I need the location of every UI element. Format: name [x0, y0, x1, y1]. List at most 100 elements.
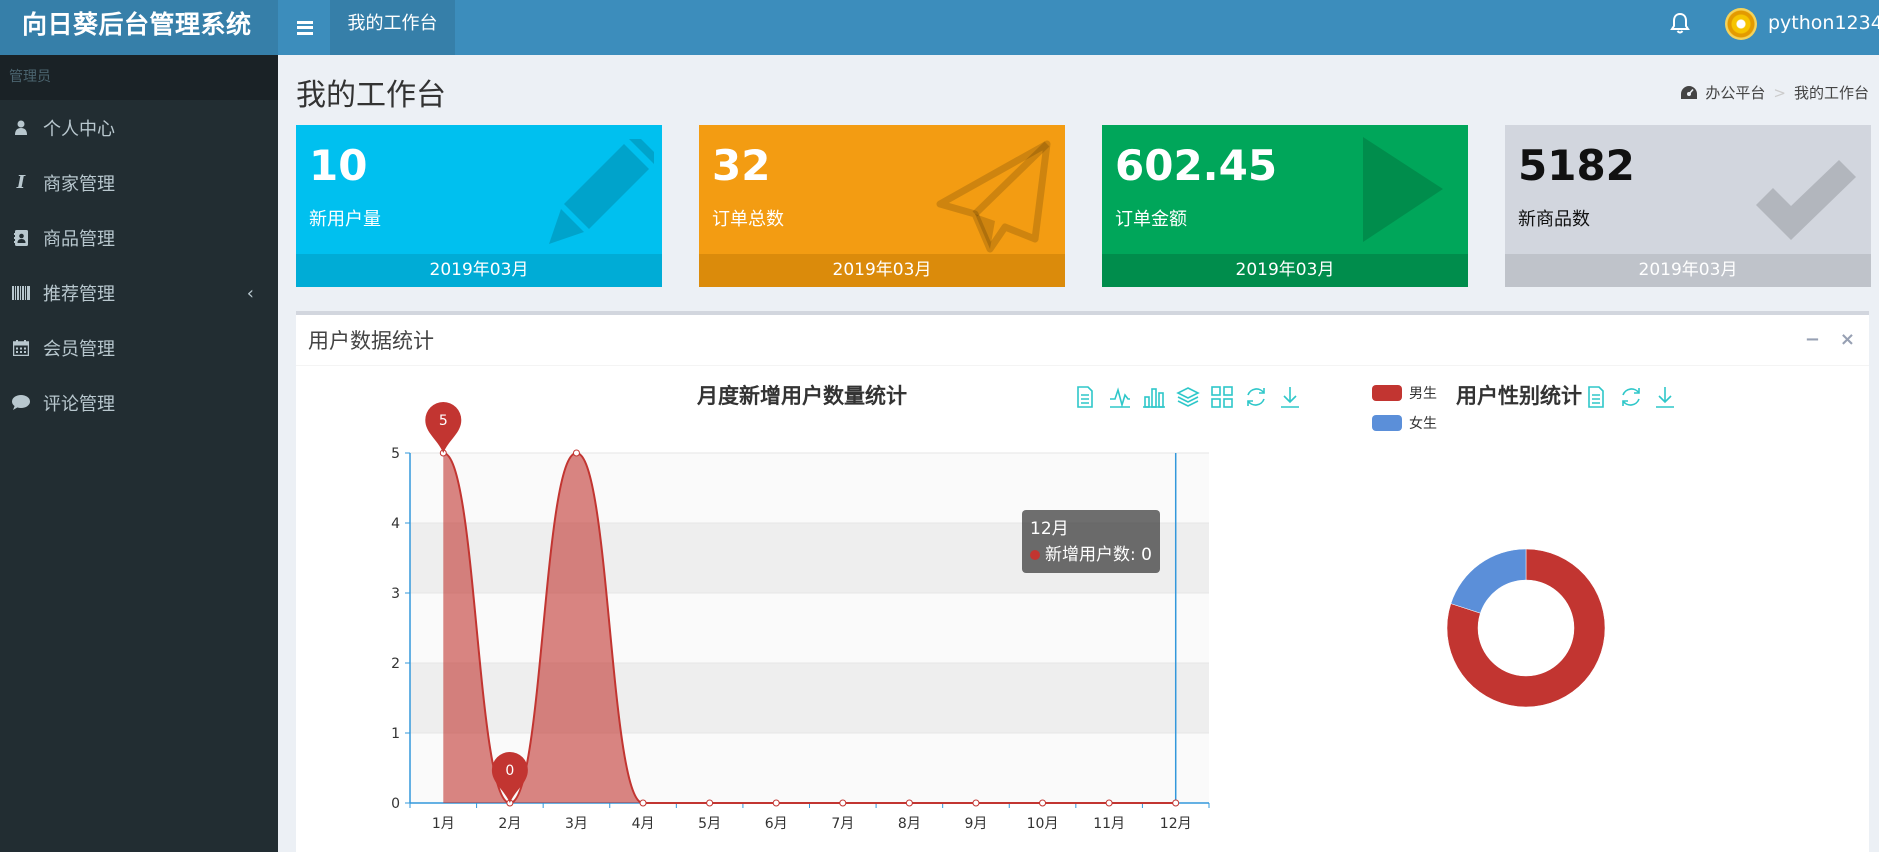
breadcrumb-link-office[interactable]: 办公平台: [1705, 82, 1765, 103]
stat-label: 订单金额: [1115, 209, 1187, 230]
y-tick-label: 1: [391, 726, 400, 742]
panel-tools: − ×: [1805, 329, 1855, 350]
sidebar-header: 管理员: [0, 55, 278, 100]
sidebar-item-label: 会员管理: [43, 338, 115, 360]
stat-value: 32: [712, 141, 771, 190]
data-point[interactable]: [905, 799, 913, 807]
address-book-icon: [11, 229, 31, 246]
x-tick-label: 3月: [565, 816, 588, 830]
sidebar-item-label: 评论管理: [43, 393, 115, 415]
stat-value: 5182: [1518, 141, 1635, 190]
mark-point-label: 0: [505, 763, 514, 779]
sidebar-item-merchant[interactable]: I 商家管理: [0, 155, 278, 210]
y-tick-label: 4: [391, 516, 400, 532]
sidebar: 管理员 个人中心 I 商家管理 商品管理 推荐管理 ‹ 会员管理 评论管理: [0, 55, 278, 852]
tooltip-series-dot: [1030, 550, 1040, 560]
mark-point-pin[interactable]: 5: [425, 401, 462, 453]
grid-band: [410, 663, 1209, 733]
x-tick-label: 11月: [1093, 816, 1125, 830]
hamburger-icon: [297, 20, 313, 35]
data-view-icon[interactable]: [1588, 386, 1604, 408]
comment-icon: [11, 395, 31, 410]
x-tick-label: 4月: [632, 816, 655, 830]
data-point[interactable]: [839, 799, 847, 807]
dashboard-icon: [1681, 86, 1698, 99]
restore-icon[interactable]: [1247, 388, 1265, 406]
x-tick-label: 9月: [964, 816, 987, 830]
donut-slice-female[interactable]: [1450, 548, 1527, 614]
sidebar-item-label: 商品管理: [43, 228, 115, 250]
monthly-new-users-chart: 0 1 2 3 4 5 1月 2月 3月 4月 5月 6月 7月 8月 9月 10月 11月 12月 5 0: [391, 401, 1210, 830]
grid-band: [410, 593, 1209, 663]
sidebar-item-comment[interactable]: 评论管理: [0, 375, 278, 430]
sidebar-item-goods[interactable]: 商品管理: [0, 210, 278, 265]
x-tick-label: 10月: [1027, 816, 1059, 830]
italic-icon: I: [16, 172, 26, 193]
data-point[interactable]: [972, 799, 980, 807]
x-tick-label: 1月: [432, 816, 455, 830]
stat-card-orders[interactable]: 32 订单总数 2019年03月: [699, 125, 1065, 287]
top-navbar: 向日葵后台管理系统 我的工作台 python1234: [0, 0, 1879, 55]
x-tick-label: 12月: [1160, 816, 1192, 830]
x-tick-label: 5月: [698, 816, 721, 830]
page-title: 我的工作台: [296, 78, 446, 113]
legend-label: 男生: [1409, 386, 1437, 402]
breadcrumb-separator: >: [1773, 83, 1786, 102]
pie-chart-toolbox: [1588, 386, 1674, 408]
y-tick-label: 5: [391, 446, 400, 462]
barcode-icon: [11, 285, 31, 300]
sidebar-item-member[interactable]: 会员管理: [0, 320, 278, 375]
y-tick-label: 3: [391, 586, 400, 602]
app-logo-title[interactable]: 向日葵后台管理系统: [0, 0, 278, 55]
data-point[interactable]: [706, 799, 714, 807]
y-tick-label: 2: [391, 656, 400, 672]
stat-footer: 2019年03月: [699, 254, 1065, 287]
stat-value: 10: [309, 141, 368, 190]
bell-icon[interactable]: [1670, 12, 1690, 36]
chart-tooltip: 12月 新增用户数: 0: [1022, 510, 1160, 573]
panel-title: 用户数据统计: [308, 329, 434, 353]
stat-value: 602.45: [1115, 141, 1278, 190]
legend-label: 女生: [1409, 416, 1437, 432]
stat-footer: 2019年03月: [296, 254, 662, 287]
pie-legend-item-female[interactable]: 女生: [1372, 413, 1437, 433]
data-point[interactable]: [572, 449, 580, 457]
stat-card-new-users[interactable]: 10 新用户量 2019年03月: [296, 125, 662, 287]
user-icon: [11, 120, 31, 135]
chevron-left-icon: ‹: [246, 283, 254, 304]
sidebar-item-recommend[interactable]: 推荐管理 ‹: [0, 265, 278, 320]
x-tick-label: 8月: [898, 816, 921, 830]
avatar[interactable]: [1725, 8, 1757, 40]
breadcrumb-current: 我的工作台: [1793, 84, 1869, 102]
stat-card-order-amount[interactable]: 602.45 订单金额 2019年03月: [1102, 125, 1468, 287]
download-icon[interactable]: [1656, 387, 1674, 408]
pie-legend-item-male[interactable]: 男生: [1372, 383, 1437, 403]
data-point[interactable]: [772, 799, 780, 807]
stat-label: 新用户量: [309, 209, 381, 230]
check-icon: [1756, 160, 1856, 240]
legend-swatch: [1372, 385, 1402, 401]
data-point[interactable]: [639, 799, 647, 807]
gender-donut-chart: [1446, 548, 1606, 708]
restore-icon[interactable]: [1622, 388, 1640, 406]
stat-footer: 2019年03月: [1505, 254, 1871, 287]
calendar-icon: [11, 339, 31, 356]
close-button[interactable]: ×: [1840, 329, 1855, 350]
sidebar-toggle-button[interactable]: [280, 0, 330, 55]
sidebar-item-label: 个人中心: [43, 118, 115, 140]
data-point[interactable]: [1105, 799, 1113, 807]
data-point[interactable]: [1039, 799, 1047, 807]
pie-chart-title: 用户性别统计: [1456, 384, 1582, 408]
sidebar-item-label: 商家管理: [43, 173, 115, 195]
tab-workbench[interactable]: 我的工作台: [330, 0, 455, 55]
sidebar-item-personal-center[interactable]: 个人中心: [0, 100, 278, 155]
x-tick-label: 6月: [765, 816, 788, 830]
tooltip-title: 12月: [1030, 519, 1069, 539]
collapse-button[interactable]: −: [1805, 329, 1820, 350]
sidebar-item-label: 推荐管理: [43, 283, 115, 305]
data-point[interactable]: [1172, 799, 1180, 807]
download-icon[interactable]: [1281, 387, 1299, 408]
username[interactable]: python1234: [1768, 12, 1879, 34]
legend-swatch: [1372, 415, 1402, 431]
stat-card-new-goods[interactable]: 5182 新商品数 2019年03月: [1505, 125, 1871, 287]
